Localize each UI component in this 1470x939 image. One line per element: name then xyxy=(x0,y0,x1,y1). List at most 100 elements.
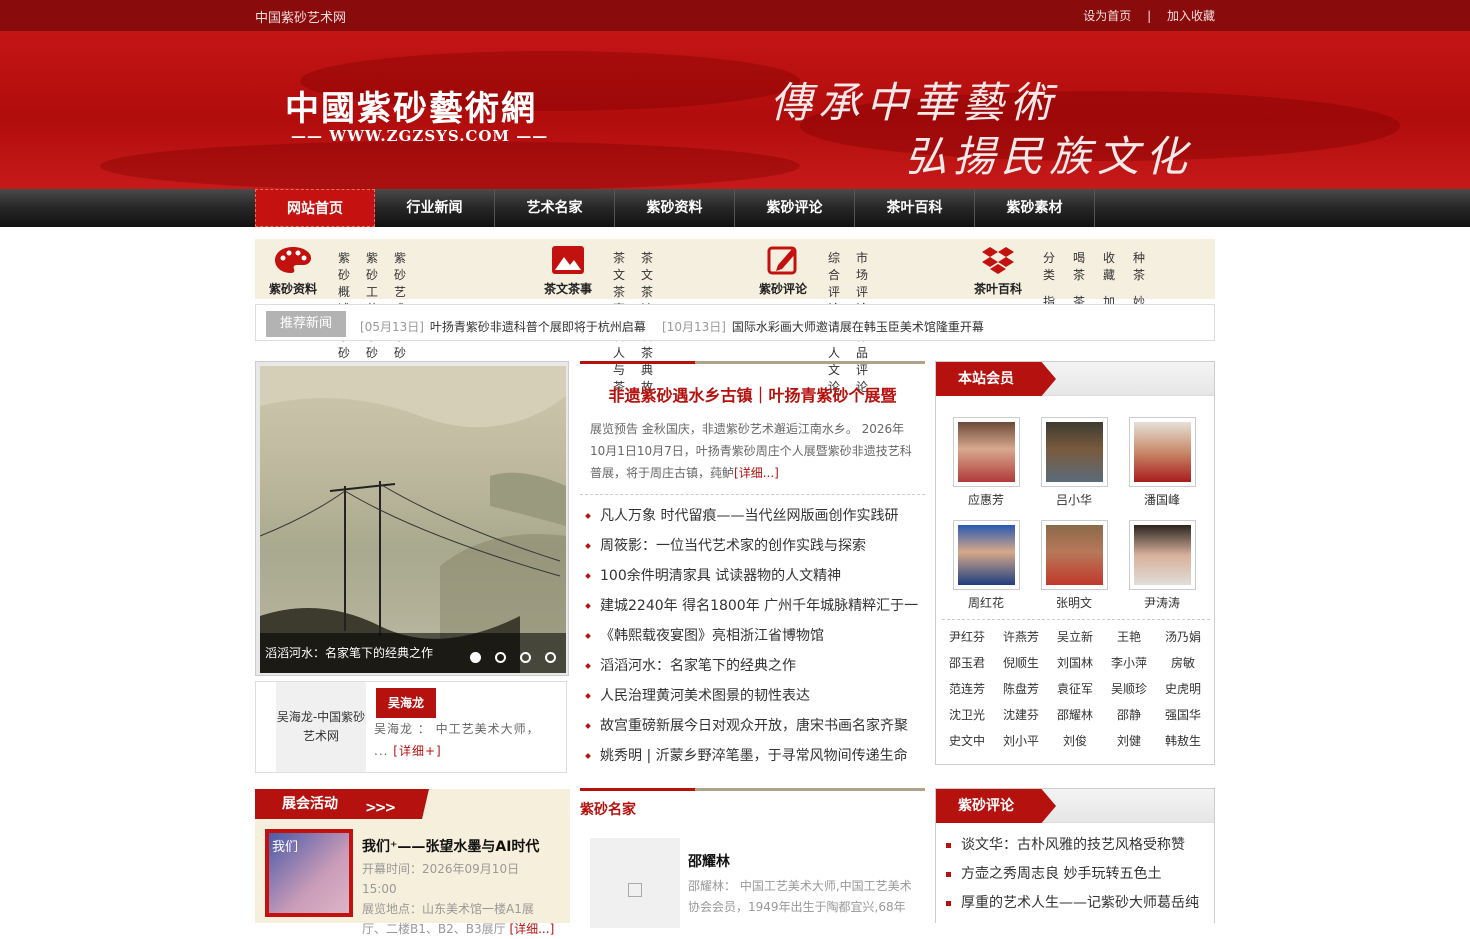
news-list-item[interactable]: 100余件明清家具 试读器物的人文精神 xyxy=(580,561,925,591)
member-link[interactable]: 袁征军 xyxy=(1048,680,1102,697)
member-avatar[interactable] xyxy=(1133,525,1191,585)
member-name[interactable]: 应惠芳 xyxy=(968,493,1004,507)
slide-dot[interactable] xyxy=(520,652,531,663)
recommended-tag: 推荐新闻 xyxy=(266,311,346,337)
nav-zisha-review[interactable]: 紫砂评论 xyxy=(735,189,855,227)
member-card[interactable]: 周红花 xyxy=(952,520,1020,611)
member-link[interactable]: 邵耀林 xyxy=(1048,706,1102,723)
palette-icon[interactable]: 紫砂资料 xyxy=(263,245,323,297)
member-link[interactable]: 史文中 xyxy=(940,732,994,749)
member-card[interactable]: 张明文 xyxy=(1040,520,1108,611)
member-name[interactable]: 吕小华 xyxy=(1056,493,1092,507)
set-home-link[interactable]: 设为首页 xyxy=(1083,9,1131,23)
exhibition-more-link[interactable]: [详细...] xyxy=(509,922,554,936)
member-avatar[interactable] xyxy=(1133,422,1191,482)
category-label: 紫砂资料 xyxy=(268,282,317,296)
nav-zisha-material[interactable]: 紫砂素材 xyxy=(975,189,1095,227)
headline-more-link[interactable]: [详细...] xyxy=(734,466,779,480)
cat-link[interactable]: 分类 xyxy=(1043,249,1055,283)
exhibition-event-title[interactable]: 我们⁺——张望水墨与AI时代 xyxy=(362,836,539,856)
member-link[interactable]: 邵玉君 xyxy=(940,654,994,671)
nav-industry-news[interactable]: 行业新闻 xyxy=(375,189,495,227)
masters-title[interactable]: 紫砂名家 xyxy=(580,799,925,819)
master-photo[interactable] xyxy=(590,838,680,928)
news-title[interactable]: 国际水彩画大师邀请展在韩玉臣美术馆隆重开幕 xyxy=(732,320,984,334)
member-link[interactable]: 汤乃娟 xyxy=(1156,628,1210,645)
member-link[interactable]: 刘国林 xyxy=(1048,654,1102,671)
add-favorite-link[interactable]: 加入收藏 xyxy=(1167,9,1215,23)
member-link[interactable]: 刘健 xyxy=(1102,732,1156,749)
exhibition-poster[interactable]: 我们 xyxy=(265,829,353,917)
member-avatar[interactable] xyxy=(957,422,1015,482)
member-card[interactable]: 潘国峰 xyxy=(1128,417,1196,508)
member-name[interactable]: 张明文 xyxy=(1056,596,1092,610)
member-card[interactable]: 应惠芳 xyxy=(952,417,1020,508)
member-link[interactable]: 陈盘芳 xyxy=(994,680,1048,697)
slide-dot[interactable] xyxy=(495,652,506,663)
member-link[interactable]: 刘俊 xyxy=(1048,732,1102,749)
recommended-item[interactable]: [10月13日] 国际水彩画大师邀请展在韩玉臣美术馆隆重开幕 xyxy=(662,318,984,335)
news-list-item[interactable]: 周筱影：一位当代艺术家的创作实践与探索 xyxy=(580,531,925,561)
nav-tea-encyclopedia[interactable]: 茶叶百科 xyxy=(855,189,975,227)
artist-more-link[interactable]: [详细+] xyxy=(393,744,441,758)
dropbox-icon[interactable]: 茶叶百科 xyxy=(968,245,1028,297)
member-name[interactable]: 潘国峰 xyxy=(1144,493,1180,507)
artist-name[interactable]: 吴海龙 xyxy=(376,688,436,718)
image-slideshow[interactable]: 滔滔河水：名家笔下的经典之作 xyxy=(255,361,569,676)
slide-dots xyxy=(470,652,556,663)
review-item[interactable]: 厚重的艺术人生——记紫砂大师葛岳纯 xyxy=(936,889,1214,918)
member-card[interactable]: 尹涛涛 xyxy=(1128,520,1196,611)
pen-icon[interactable]: 紫砂评论 xyxy=(753,245,813,297)
news-list-item[interactable]: 滔滔河水：名家笔下的经典之作 xyxy=(580,651,925,681)
member-link[interactable]: 刘小平 xyxy=(994,732,1048,749)
news-list-item[interactable]: 人民治理黄河美术图景的韧性表达 xyxy=(580,681,925,711)
review-item[interactable]: 方壶之秀周志良 妙手玩转五色土 xyxy=(936,860,1214,889)
artist-photo[interactable]: 吴海龙-中国紫砂艺术网 xyxy=(276,682,366,772)
headline-title[interactable]: 非遗紫砂遇水乡古镇｜叶扬青紫砂个展暨 xyxy=(580,382,925,406)
slide-dot[interactable] xyxy=(470,652,481,663)
member-link[interactable]: 沈卫光 xyxy=(940,706,994,723)
cat-link[interactable]: 收藏 xyxy=(1103,249,1115,283)
news-list-item[interactable]: 故宫重磅新展今日对观众开放，唐宋书画名家齐聚 xyxy=(580,711,925,741)
member-link[interactable]: 史虎明 xyxy=(1156,680,1210,697)
cat-link[interactable]: 种茶 xyxy=(1133,249,1145,283)
member-link[interactable]: 范连芳 xyxy=(940,680,994,697)
artist-desc: 吴海龙 ： 中工艺美术大师， ... [详细+] xyxy=(374,718,549,762)
member-link[interactable]: 强国华 xyxy=(1156,706,1210,723)
landscape-icon[interactable]: 茶文茶事 xyxy=(538,245,598,297)
member-link[interactable]: 倪顺生 xyxy=(994,654,1048,671)
news-list-item[interactable]: 建城2240年 得名1800年 广州千年城脉精粹汇于一 xyxy=(580,591,925,621)
member-link[interactable]: 王艳 xyxy=(1102,628,1156,645)
site-logo[interactable]: 中國紫砂藝術網 xyxy=(285,81,537,130)
member-link[interactable]: 尹红芬 xyxy=(940,628,994,645)
member-link[interactable]: 吴立新 xyxy=(1048,628,1102,645)
member-link[interactable]: 韩敖生 xyxy=(1156,732,1210,749)
slide-dot[interactable] xyxy=(545,652,556,663)
member-avatar[interactable] xyxy=(1045,525,1103,585)
cat-link[interactable]: 喝茶 xyxy=(1073,249,1085,283)
member-name[interactable]: 尹涛涛 xyxy=(1144,596,1180,610)
member-link[interactable]: 吴顺珍 xyxy=(1102,680,1156,697)
news-list-item[interactable]: 姚秀明 | 沂蒙乡野淬笔墨，于寻常风物间传递生命 xyxy=(580,741,925,771)
recommended-item[interactable]: [05月13日] 叶扬青紫砂非遗科普个展即将于杭州启幕 xyxy=(360,318,646,335)
slide-image[interactable]: 滔滔河水：名家笔下的经典之作 xyxy=(260,366,566,673)
member-name[interactable]: 周红花 xyxy=(968,596,1004,610)
member-card[interactable]: 吕小华 xyxy=(1040,417,1108,508)
news-list-item[interactable]: 《韩熙载夜宴图》亮相浙江省博物馆 xyxy=(580,621,925,651)
nav-home[interactable]: 网站首页 xyxy=(255,189,375,227)
member-link[interactable]: 许燕芳 xyxy=(994,628,1048,645)
member-link[interactable]: 李小萍 xyxy=(1102,654,1156,671)
review-item[interactable]: 谈文华：古朴风雅的技艺风格受称赞 xyxy=(936,831,1214,860)
chevrons-right-icon[interactable]: >>> xyxy=(365,793,396,819)
news-list-item[interactable]: 凡人万象 时代留痕——当代丝网版画创作实践研 xyxy=(580,501,925,531)
site-name[interactable]: 中国紫砂艺术网 xyxy=(255,7,346,26)
member-avatar[interactable] xyxy=(957,525,1015,585)
member-link[interactable]: 房敏 xyxy=(1156,654,1210,671)
news-title[interactable]: 叶扬青紫砂非遗科普个展即将于杭州启幕 xyxy=(430,320,646,334)
nav-zisha-data[interactable]: 紫砂资料 xyxy=(615,189,735,227)
member-link[interactable]: 邵静 xyxy=(1102,706,1156,723)
nav-artists[interactable]: 艺术名家 xyxy=(495,189,615,227)
member-avatar[interactable] xyxy=(1045,422,1103,482)
member-link[interactable]: 沈建芬 xyxy=(994,706,1048,723)
master-name[interactable]: 邵耀林 xyxy=(688,851,730,871)
